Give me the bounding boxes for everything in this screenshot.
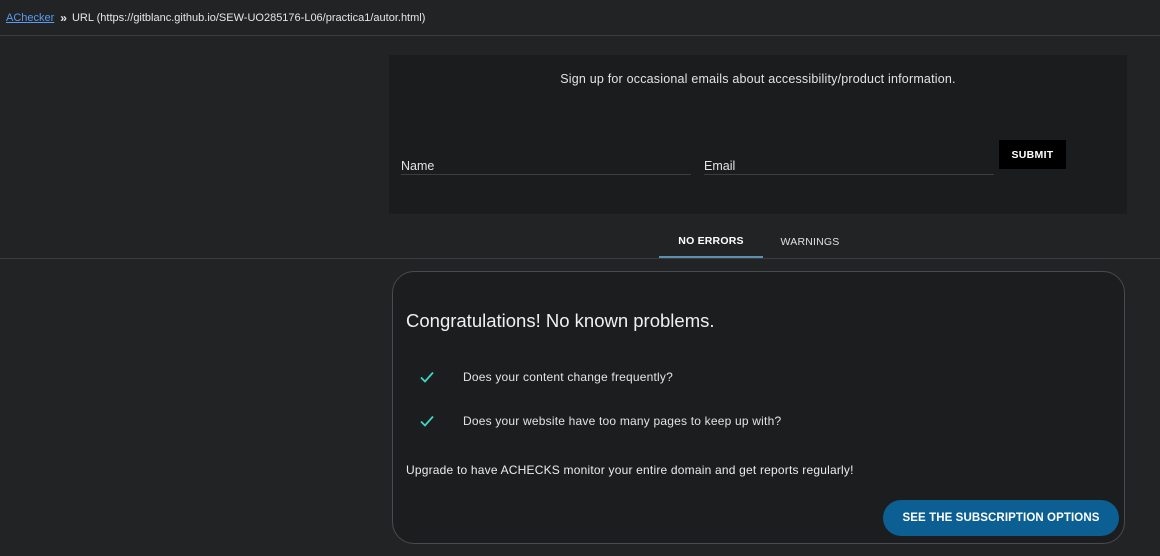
tab-warnings[interactable]: WARNINGS [763, 226, 857, 258]
signup-text: Sign up for occasional emails about acce… [560, 72, 956, 86]
check-item: Does your content change frequently? [419, 368, 673, 386]
name-field[interactable] [401, 157, 691, 174]
check-icon [420, 415, 434, 427]
check-icon [420, 371, 434, 383]
submit-button[interactable]: SUBMIT [999, 140, 1066, 169]
result-card: Congratulations! No known problems. Does… [392, 271, 1125, 544]
result-title: Congratulations! No known problems. [406, 310, 715, 331]
breadcrumb: AChecker » URL (https://gitblanc.github.… [0, 0, 1160, 36]
tab-no-errors[interactable]: NO ERRORS [659, 226, 763, 258]
page: AChecker » URL (https://gitblanc.github.… [0, 0, 1160, 556]
tabs-divider [0, 258, 1160, 259]
breadcrumb-separator: » [60, 10, 67, 25]
email-field[interactable] [704, 157, 994, 174]
achecker-link[interactable]: AChecker [6, 12, 54, 24]
name-field-wrapper [401, 157, 691, 175]
check-item: Does your website have too many pages to… [419, 412, 781, 430]
signup-panel: Sign up for occasional emails about acce… [389, 55, 1127, 214]
check-item-label: Does your website have too many pages to… [463, 414, 782, 428]
subscription-options-button[interactable]: SEE THE SUBSCRIPTION OPTIONS [883, 500, 1119, 536]
email-field-wrapper [704, 157, 994, 175]
upgrade-text: Upgrade to have ACHECKS monitor your ent… [406, 463, 854, 477]
breadcrumb-url: URL (https://gitblanc.github.io/SEW-UO28… [71, 11, 426, 24]
check-item-label: Does your content change frequently? [463, 370, 673, 384]
